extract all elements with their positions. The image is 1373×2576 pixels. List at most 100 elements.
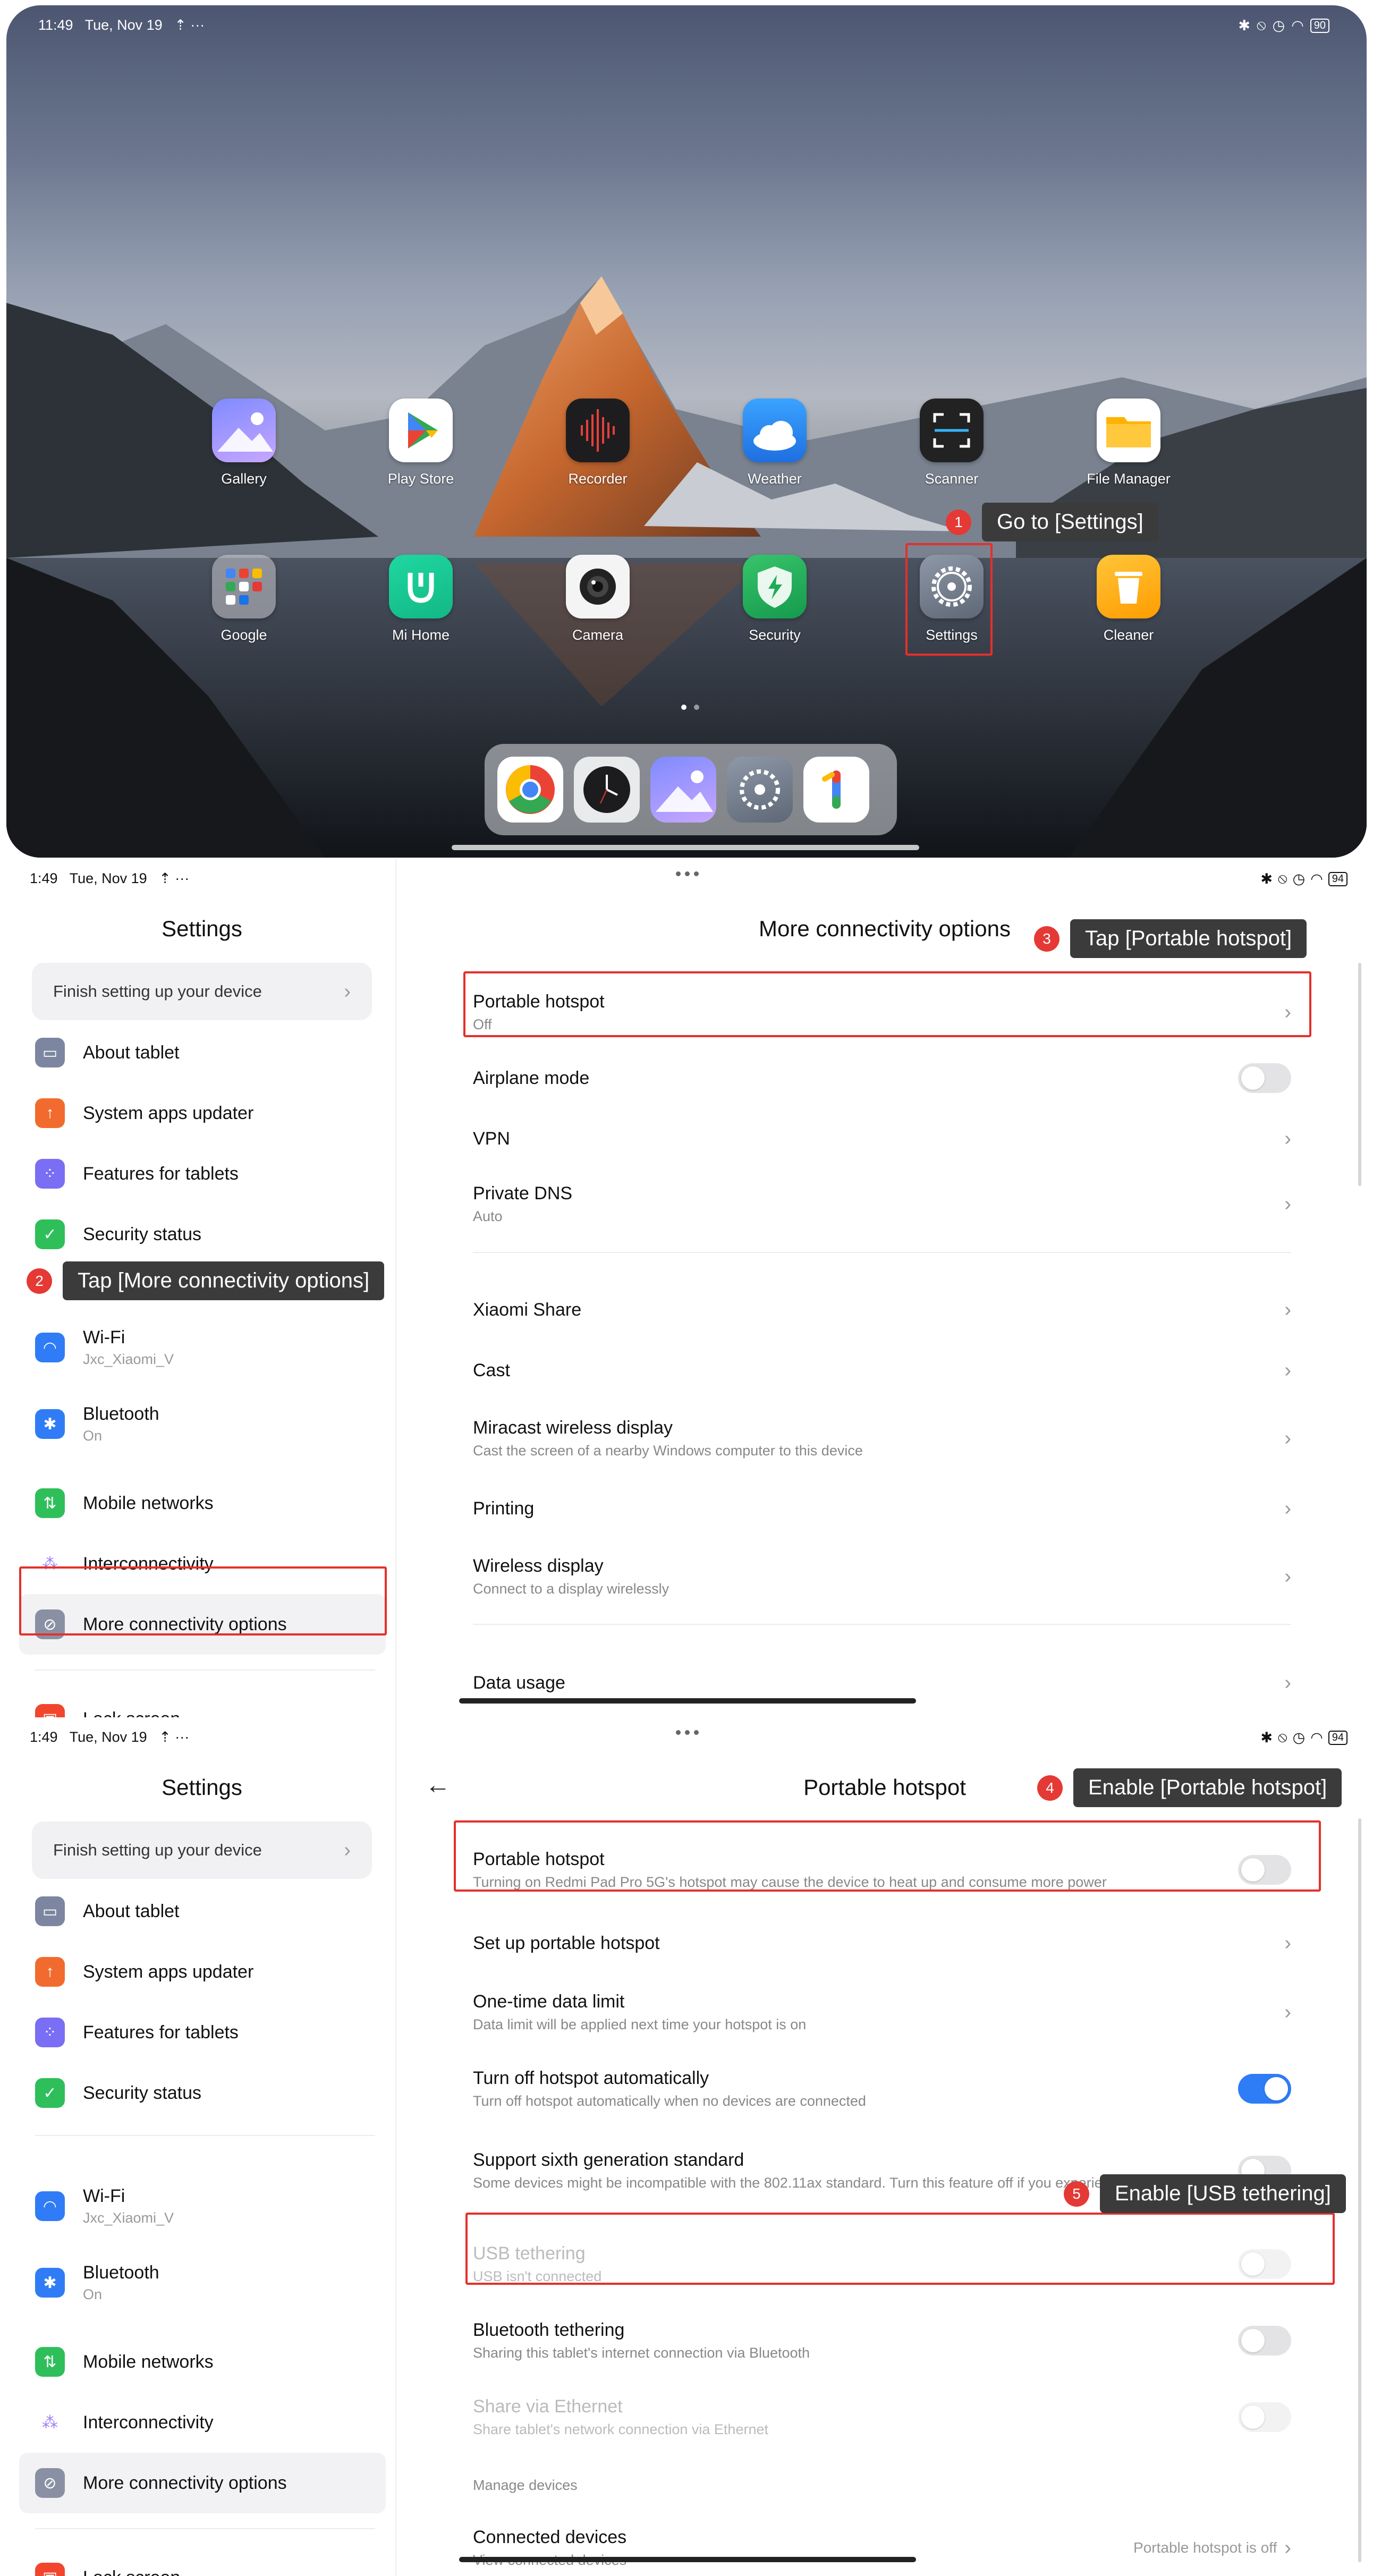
sidebar-item-label: Mobile networks xyxy=(83,1493,214,1513)
home-screen-panel: 11:49 Tue, Nov 19 ⇡ ··· ✱ ⦸ ◷ ◠ 90 Galle… xyxy=(0,0,1373,859)
sidebar-item-about-tablet[interactable]: ▭ About tablet xyxy=(19,1022,386,1083)
bluetooth-icon: ✱ xyxy=(35,2268,65,2298)
clock-icon[interactable] xyxy=(574,757,640,823)
airplane-mode-row[interactable]: Airplane mode xyxy=(473,1049,1291,1107)
row-sublabel: Connect to a display wirelessly xyxy=(473,1581,669,1597)
auto-off-row[interactable]: Turn off hotspot automatically Turn off h… xyxy=(473,2054,1291,2123)
divider xyxy=(35,2528,375,2529)
scrollbar[interactable] xyxy=(1358,963,1361,1186)
highlight-more-connectivity xyxy=(19,1566,387,1636)
mute-status-icon: ⦸ xyxy=(1278,870,1287,886)
row-label: Cast xyxy=(473,1360,510,1380)
link-icon: ⊘ xyxy=(35,2468,65,2498)
step-number: 1 xyxy=(946,509,971,535)
settings-sidebar: Settings Finish setting up your device › … xyxy=(0,1717,396,2576)
status-extra: ⇡ ··· xyxy=(174,17,205,33)
app-gallery[interactable]: Gallery xyxy=(191,399,297,487)
app-recorder[interactable]: Recorder xyxy=(545,399,651,487)
app-weather[interactable]: Weather xyxy=(722,399,828,487)
gear-icon[interactable] xyxy=(727,757,793,823)
xiaomi-share-row[interactable]: Xiaomi Share › xyxy=(473,1281,1291,1339)
app-label: File Manager xyxy=(1087,471,1171,487)
scrollbar[interactable] xyxy=(1358,1818,1361,2562)
home-indicator[interactable] xyxy=(459,2557,916,2562)
ethernet-toggle[interactable] xyxy=(1238,2402,1291,2432)
sidebar-item-label: Interconnectivity xyxy=(83,2412,214,2433)
app-camera[interactable]: Camera xyxy=(545,555,651,643)
step-tooltip: Go to [Settings] xyxy=(982,503,1158,541)
sidebar-item-system-apps-updater[interactable]: ↑ System apps updater xyxy=(19,1942,386,2002)
multitask-dots-icon[interactable] xyxy=(676,871,699,876)
auto-off-toggle[interactable] xyxy=(1238,2074,1291,2104)
highlight-portable-hotspot-toggle xyxy=(454,1820,1321,1892)
sidebar-item-features-for-tablets[interactable]: ⁘ Features for tablets xyxy=(19,1143,386,1204)
sidebar-item-label: More connectivity options xyxy=(83,2472,287,2493)
sidebar-item-wifi[interactable]: ◠ Wi-Fi Jxc_Xiaomi_V xyxy=(19,1315,386,1380)
app-cleaner[interactable]: Cleaner xyxy=(1075,555,1182,643)
divider xyxy=(35,2135,375,2136)
sidebar-item-lock-screen[interactable]: ▣ Lock screen xyxy=(19,1689,386,1717)
app-security[interactable]: Security xyxy=(722,555,828,643)
bt-tethering-row[interactable]: Bluetooth tethering Sharing this tablet's… xyxy=(473,2306,1291,2375)
chevron-right-icon: › xyxy=(1284,1427,1291,1450)
wireless-display-row[interactable]: Wireless display Connect to a display wir… xyxy=(473,1542,1291,1611)
sidebar-item-interconnectivity[interactable]: ⁂ Interconnectivity xyxy=(19,2392,386,2453)
home-indicator[interactable] xyxy=(459,1698,916,1704)
sidebar-item-system-apps-updater[interactable]: ↑ System apps updater xyxy=(19,1083,386,1143)
step-3-callout: 3 Tap [Portable hotspot] xyxy=(1034,919,1307,958)
app-play-store[interactable]: Play Store xyxy=(368,399,474,487)
chevron-right-icon: › xyxy=(1284,1565,1291,1588)
sidebar-item-bluetooth[interactable]: ✱ Bluetooth On xyxy=(19,1391,386,1457)
app-mi-home[interactable]: Mi Home xyxy=(368,555,474,643)
app-scanner[interactable]: Scanner xyxy=(899,399,1005,487)
bt-tethering-toggle[interactable] xyxy=(1238,2326,1291,2355)
sidebar-item-wifi[interactable]: ◠ Wi-Fi Jxc_Xiaomi_V xyxy=(19,2173,386,2239)
row-sublabel: Share tablet's network connection via Et… xyxy=(473,2421,768,2437)
sidebar-item-bluetooth[interactable]: ✱ Bluetooth On xyxy=(19,2250,386,2316)
chevron-right-icon: › xyxy=(344,1838,351,1861)
sidebar-item-security-status[interactable]: ✓ Security status xyxy=(19,2063,386,2123)
bluetooth-status-icon: ✱ xyxy=(1260,870,1273,887)
data-limit-row[interactable]: One-time data limit Data limit will be ap… xyxy=(473,1978,1291,2047)
row-sublabel: Data limit will be applied next time you… xyxy=(473,2016,807,2032)
sidebar-item-mobile-networks[interactable]: ⇅ Mobile networks xyxy=(19,1473,386,1533)
shield-icon: ✓ xyxy=(35,1219,65,1249)
step-2-callout: 2 Tap [More connectivity options] xyxy=(27,1261,385,1300)
ethernet-row[interactable]: Share via Ethernet Share tablet's network… xyxy=(473,2383,1291,2452)
sidebar-item-more-connectivity[interactable]: ⊘ More connectivity options xyxy=(19,2453,386,2513)
divider xyxy=(473,1252,1291,1253)
setup-hotspot-row[interactable]: Set up portable hotspot › xyxy=(473,1914,1291,1972)
app-label: Scanner xyxy=(925,471,979,487)
finish-setup-button[interactable]: Finish setting up your device › xyxy=(32,963,372,1020)
alarm-status-icon: ◷ xyxy=(1292,870,1306,887)
private-dns-row[interactable]: Private DNS Auto › xyxy=(473,1172,1291,1236)
app-file-manager[interactable]: File Manager xyxy=(1075,399,1182,487)
sidebar-item-label: Features for tablets xyxy=(83,1163,239,1184)
sidebar-item-label: Bluetooth xyxy=(83,1404,159,1424)
printing-row[interactable]: Printing › xyxy=(473,1479,1291,1538)
step-tooltip: Enable [USB tethering] xyxy=(1100,2174,1346,2213)
google-one-icon[interactable] xyxy=(803,757,869,823)
gallery-icon[interactable] xyxy=(650,757,716,823)
sidebar-item-mobile-networks[interactable]: ⇅ Mobile networks xyxy=(19,2332,386,2392)
chevron-right-icon: › xyxy=(1284,1127,1291,1150)
sidebar-item-security-status[interactable]: ✓ Security status xyxy=(19,1204,386,1265)
vpn-row[interactable]: VPN › xyxy=(473,1109,1291,1168)
cast-row[interactable]: Cast › xyxy=(473,1341,1291,1400)
row-label: Airplane mode xyxy=(473,1067,590,1088)
bluetooth-status-icon: ✱ xyxy=(1260,1729,1273,1745)
finish-setup-button[interactable]: Finish setting up your device › xyxy=(32,1821,372,1879)
airplane-mode-toggle[interactable] xyxy=(1238,1063,1291,1093)
connected-devices-row[interactable]: Connected devicesView connected devicesP… xyxy=(473,2519,1291,2576)
home-indicator[interactable] xyxy=(452,845,919,850)
sidebar-item-label: Bluetooth xyxy=(83,2263,159,2283)
miracast-row[interactable]: Miracast wireless display Cast the screen… xyxy=(473,1404,1291,1473)
sidebar-item-sublabel: Jxc_Xiaomi_V xyxy=(83,2210,174,2226)
multitask-dots-icon[interactable] xyxy=(676,1730,699,1735)
sidebar-item-lock-screen[interactable]: ▣ Lock screen xyxy=(19,2547,386,2576)
chrome-icon[interactable] xyxy=(497,757,563,823)
sidebar-item-about-tablet[interactable]: ▭ About tablet xyxy=(19,1881,386,1942)
sidebar-item-features-for-tablets[interactable]: ⁘ Features for tablets xyxy=(19,2002,386,2063)
app-google-folder[interactable]: Google xyxy=(191,555,297,643)
alarm-status-icon: ◷ xyxy=(1272,17,1285,33)
